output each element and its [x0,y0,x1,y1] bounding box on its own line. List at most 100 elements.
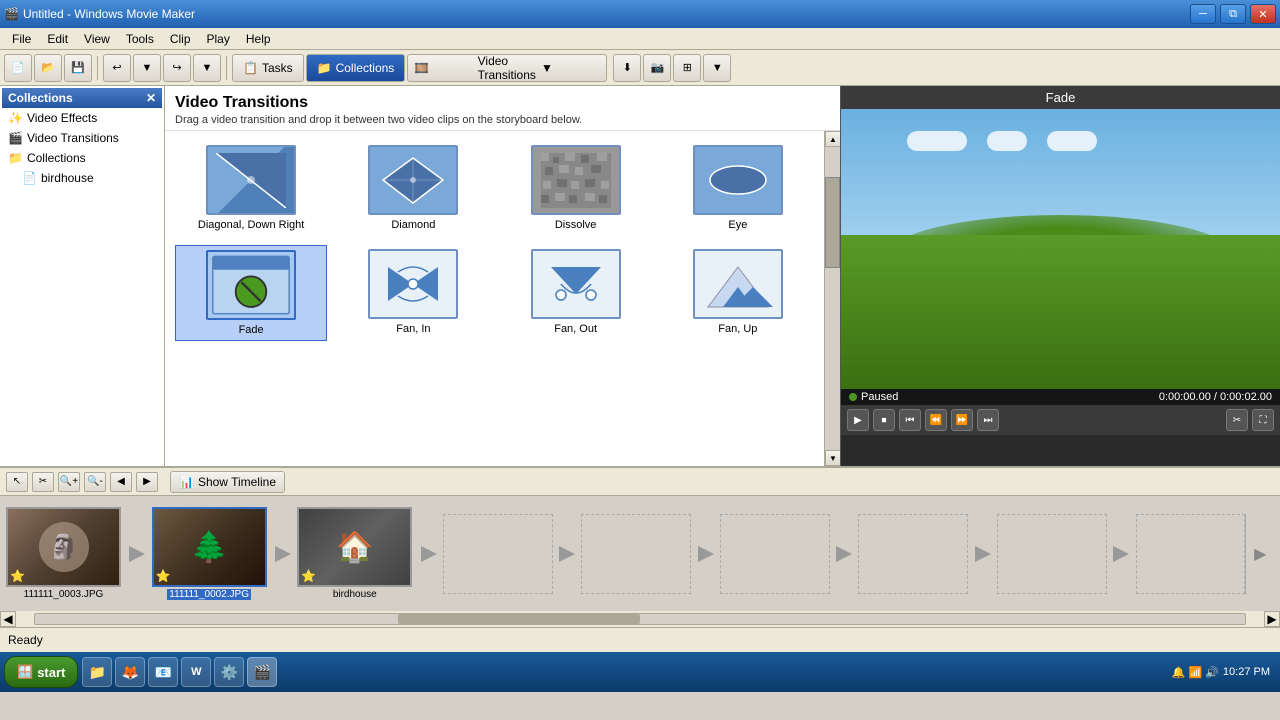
transition-eye[interactable]: Eye [662,141,814,235]
menu-clip[interactable]: Clip [162,30,199,48]
split-button[interactable]: ✂ [1226,409,1248,431]
storyboard-arrow-5 [691,514,720,594]
transition-thumb-fade [206,250,296,320]
scroll-thumb[interactable] [825,177,840,268]
new-button[interactable]: 📄 [4,54,32,82]
menu-play[interactable]: Play [199,30,238,48]
fullscreen-button[interactable]: ⛶ [1252,409,1274,431]
clip-thumb-1[interactable]: 🗿 ⭐ [6,507,121,587]
taskbar-moviemaker[interactable]: 🎬 [247,657,277,687]
restore-button[interactable]: ⧉ [1220,4,1246,24]
view-button[interactable]: ⊞ [673,54,701,82]
scroll-left-button[interactable]: ◀ [0,611,16,627]
sb-prev-button[interactable]: ◀ [110,472,132,492]
clip-thumb-2[interactable]: 🌲 ⭐ [152,507,267,587]
sidebar-item-birdhouse[interactable]: 📄 birdhouse [2,168,162,188]
empty-slot-6[interactable] [1136,514,1246,594]
stop-button[interactable]: ⏹ [873,409,895,431]
rewind-button[interactable]: ⏮ [899,409,921,431]
storyboard: 🗿 ⭐ 111111_0003.JPG 🌲 ⭐ 111111_0002.JPG [0,496,1280,611]
preview-controls: ▶ ⏹ ⏮ ⏪ ⏩ ⏭ ✂ ⛶ [841,405,1280,435]
transition-fan-out[interactable]: Fan, Out [500,245,652,341]
dropdown-label: Video Transitions [478,54,537,82]
close-button[interactable]: ✕ [1250,4,1276,24]
view-dropdown[interactable]: ▼ [703,54,731,82]
collections-item-label: Collections [27,151,86,165]
transition-dissolve[interactable]: Dissolve [500,141,652,235]
empty-slot-3[interactable] [720,514,830,594]
storyboard-clip-3: 🏠 ⭐ birdhouse [297,507,412,600]
tasks-label: Tasks [262,61,293,75]
clip-thumb-3[interactable]: 🏠 ⭐ [297,507,412,587]
start-button[interactable]: 🪟 start [4,656,78,688]
sidebar-item-collections[interactable]: 📁 Collections [2,148,162,168]
open-button[interactable]: 📂 [34,54,62,82]
show-timeline-button[interactable]: 📊 Show Timeline [170,471,285,493]
taskbar-explorer[interactable]: 📁 [82,657,112,687]
transition-dropdown[interactable]: 🎞️ Video Transitions ▼ [407,54,607,82]
scroll-right-button[interactable]: ▶ [1264,611,1280,627]
transition-diamond[interactable]: Diamond [337,141,489,235]
dropdown-arrow: ▼ [541,61,600,75]
sidebar-close-icon[interactable]: ✕ [146,91,156,105]
video-effects-label: Video Effects [27,111,97,125]
taskbar-tray: 🔔 📶 🔊 10:27 PM [1166,666,1276,679]
empty-slot-4[interactable] [858,514,968,594]
transition-fan-in[interactable]: Fan, In [337,245,489,341]
video-transitions-label: Video Transitions [27,131,119,145]
tasks-button[interactable]: 📋 Tasks [232,54,304,82]
sb-zoom-in-button[interactable]: 🔍+ [58,472,80,492]
minimize-button[interactable]: ─ [1190,4,1216,24]
horizontal-scrollbar[interactable] [34,613,1246,625]
transition-fade[interactable]: Fade [175,245,327,341]
taskbar-settings[interactable]: ⚙️ [214,657,244,687]
toolbar-separator-2 [226,56,227,80]
menu-tools[interactable]: Tools [118,30,162,48]
sb-next-button[interactable]: ▶ [136,472,158,492]
menu-view[interactable]: View [76,30,118,48]
scroll-track [825,147,840,450]
transition-thumb-eye [693,145,783,215]
sb-trim-button[interactable]: ✂ [32,472,54,492]
transition-diagonal-down-right[interactable]: Diagonal, Down Right [175,141,327,235]
scroll-up-button[interactable]: ▲ [825,131,840,147]
storyboard-arrow-1 [123,514,152,594]
empty-slot-2[interactable] [581,514,691,594]
storyboard-arrow-8 [1107,514,1136,594]
sidebar-item-video-effects[interactable]: ✨ Video Effects [2,108,162,128]
menu-help[interactable]: Help [238,30,279,48]
content-panel: Video Transitions Drag a video transitio… [165,86,840,466]
collections-button[interactable]: 📁 Collections [306,54,406,82]
undo-button[interactable]: ↩ [103,54,131,82]
undo-dropdown[interactable]: ▼ [133,54,161,82]
transition-fan-up[interactable]: Fan, Up [662,245,814,341]
h-scroll-thumb[interactable] [398,614,640,624]
save-button[interactable]: 💾 [64,54,92,82]
camera-button[interactable]: 📷 [643,54,671,82]
prev-frame-button[interactable]: ⏪ [925,409,947,431]
menu-edit[interactable]: Edit [39,30,76,48]
scroll-down-button[interactable]: ▼ [825,450,840,466]
import-button[interactable]: ⬇ [613,54,641,82]
sb-select-button[interactable]: ↖ [6,472,28,492]
play-button[interactable]: ▶ [847,409,869,431]
empty-slot-1[interactable] [443,514,553,594]
sb-zoom-out-button[interactable]: 🔍- [84,472,106,492]
storyboard-arrow-3 [414,514,443,594]
storyboard-arrow-6 [830,514,859,594]
empty-slot-5[interactable] [997,514,1107,594]
taskbar-firefox[interactable]: 🦊 [115,657,145,687]
end-button[interactable]: ⏭ [977,409,999,431]
content-header: Video Transitions Drag a video transitio… [165,86,840,131]
taskbar-items: 📁 🦊 📧 W ⚙️ 🎬 [82,657,1165,687]
sidebar-item-video-transitions[interactable]: 🎬 Video Transitions [2,128,162,148]
content-description: Drag a video transition and drop it betw… [175,114,830,126]
menu-file[interactable]: File [4,30,39,48]
next-frame-button[interactable]: ⏩ [951,409,973,431]
storyboard-container: ↖ ✂ 🔍+ 🔍- ◀ ▶ 📊 Show Timeline 🗿 ⭐ 111111… [0,466,1280,611]
taskbar-word[interactable]: W [181,657,211,687]
content-scrollbar[interactable]: ▲ ▼ [824,131,840,466]
redo-dropdown[interactable]: ▼ [193,54,221,82]
taskbar-mail[interactable]: 📧 [148,657,178,687]
redo-button[interactable]: ↪ [163,54,191,82]
